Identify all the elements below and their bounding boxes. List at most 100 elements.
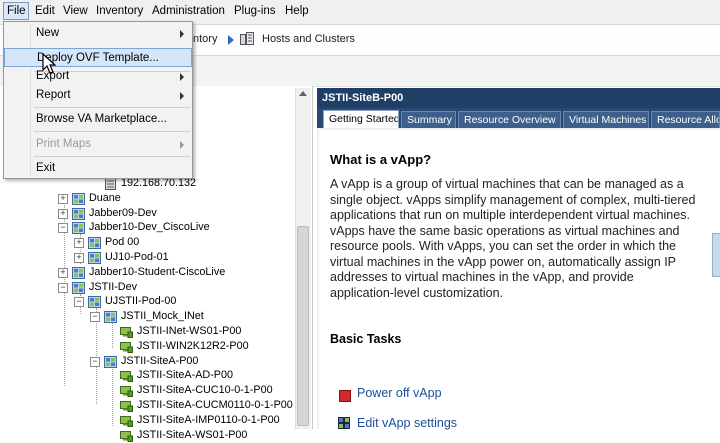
- tree-row[interactable]: JSTII-SiteA-AD-P00: [0, 368, 294, 383]
- collapse-icon[interactable]: −: [90, 357, 100, 367]
- tree-scrollbar[interactable]: [295, 88, 311, 429]
- menu-edit[interactable]: Edit: [35, 5, 55, 17]
- virtual-machine-icon: [120, 416, 133, 427]
- tree-row[interactable]: − JSTII-SiteA-P00: [0, 354, 294, 369]
- virtual-machine-icon: [120, 371, 133, 382]
- vapp-icon: [88, 296, 101, 308]
- collapse-icon[interactable]: −: [58, 283, 68, 293]
- tab-summary[interactable]: Summary: [401, 111, 456, 128]
- tree-row[interactable]: JSTII-WIN2K12R2-P00: [0, 339, 294, 354]
- menu-item-exit[interactable]: Exit: [4, 159, 192, 178]
- hosts-clusters-icon: [240, 32, 254, 45]
- menu-separator: [34, 107, 190, 108]
- submenu-arrow-icon: [180, 73, 184, 81]
- tree-row-label: Jabber10-Student-CiscoLive: [89, 266, 226, 278]
- power-off-icon[interactable]: [339, 390, 351, 402]
- breadcrumb-arrow-icon: [228, 35, 234, 45]
- tree-row[interactable]: − JSTII-Dev: [0, 280, 294, 295]
- tree-row-label: JSTII-SiteA-WS01-P00: [137, 429, 248, 441]
- tree-row[interactable]: − UJSTII-Pod-00: [0, 294, 294, 309]
- collapse-icon[interactable]: −: [74, 297, 84, 307]
- expand-icon[interactable]: +: [58, 209, 68, 219]
- collapse-icon[interactable]: −: [58, 223, 68, 233]
- tree-row-label: JSTII-SiteA-AD-P00: [137, 369, 233, 381]
- menu-item-new[interactable]: New: [4, 24, 192, 43]
- tree-row-label: JSTII-SiteA-P00: [121, 355, 199, 367]
- vapp-icon: [104, 356, 117, 368]
- menu-help[interactable]: Help: [285, 5, 309, 17]
- menu-plugins[interactable]: Plug-ins: [234, 5, 276, 17]
- scroll-thumb[interactable]: [297, 226, 309, 426]
- menu-inventory[interactable]: Inventory: [96, 5, 143, 17]
- basic-tasks-heading: Basic Tasks: [330, 332, 402, 346]
- tree-row-label: Jabber10-Dev_CiscoLive: [89, 221, 210, 233]
- expand-icon[interactable]: +: [58, 268, 68, 278]
- menu-item-deploy-ovf-template[interactable]: Deploy OVF Template...: [4, 48, 192, 67]
- vapp-icon: [72, 267, 85, 279]
- menu-separator: [34, 131, 190, 132]
- collapse-icon[interactable]: −: [90, 312, 100, 322]
- file-menu-dropdown: New Deploy OVF Template... Export Report…: [3, 21, 193, 179]
- edit-vapp-settings-link[interactable]: Edit vApp settings: [357, 416, 457, 430]
- what-is-vapp-text: A vApp is a group of virtual machines th…: [330, 177, 696, 300]
- tree-row-label: JSTII-SiteA-IMP0110-0-1-P00: [137, 414, 280, 426]
- tree-row-label: JSTII-SiteA-CUC10-0-1-P00: [137, 384, 273, 396]
- breadcrumb-inventory[interactable]: ntory: [193, 33, 217, 45]
- menu-item-browse-va-marketplace[interactable]: Browse VA Marketplace...: [4, 110, 192, 129]
- tree-row[interactable]: + Duane: [0, 191, 294, 206]
- what-is-vapp-heading: What is a vApp?: [330, 152, 432, 167]
- menu-separator: [34, 156, 190, 157]
- power-off-vapp-link[interactable]: Power off vApp: [357, 386, 442, 400]
- menu-item-browse-label: Browse VA Marketplace...: [36, 113, 167, 125]
- edit-settings-icon[interactable]: [338, 417, 350, 429]
- tree-row[interactable]: − JSTII_Mock_INet: [0, 309, 294, 324]
- object-title: JSTII-SiteB-P00: [322, 92, 404, 104]
- content-body: What is a vApp? A vApp is a group of vir…: [319, 130, 720, 430]
- getting-started-content: What is a vApp? A vApp is a group of vir…: [317, 128, 720, 430]
- tree-row[interactable]: + UJ10-Pod-01: [0, 250, 294, 265]
- tree-row-label: Duane: [89, 192, 121, 204]
- tree-row[interactable]: + Jabber09-Dev: [0, 206, 294, 221]
- virtual-machine-icon: [120, 386, 133, 397]
- tree-row-label: Jabber09-Dev: [89, 207, 157, 219]
- tree-row[interactable]: JSTII-SiteA-CUCM0110-0-1-P00: [0, 398, 294, 413]
- tab-virtual-machines[interactable]: Virtual Machines: [563, 111, 649, 128]
- menu-item-print-maps: Print Maps: [4, 135, 192, 154]
- tab-getting-started[interactable]: Getting Started: [323, 110, 399, 128]
- virtual-machine-icon: [120, 342, 133, 353]
- vapp-icon: [72, 193, 85, 205]
- tree-row[interactable]: + Pod 00: [0, 235, 294, 250]
- vapp-icon: [104, 311, 117, 323]
- vapp-icon: [72, 222, 85, 234]
- breadcrumb-hosts-and-clusters[interactable]: Hosts and Clusters: [262, 33, 355, 45]
- expand-icon[interactable]: +: [58, 194, 68, 204]
- mouse-cursor-icon: [42, 53, 57, 74]
- vapp-icon: [72, 282, 85, 294]
- tree-row[interactable]: JSTII-SiteA-CUC10-0-1-P00: [0, 383, 294, 398]
- object-title-bar: JSTII-SiteB-P00: [317, 88, 720, 108]
- vapp-icon: [72, 208, 85, 220]
- tree-row[interactable]: JSTII-INet-WS01-P00: [0, 324, 294, 339]
- submenu-arrow-icon: [180, 141, 184, 149]
- tree-row[interactable]: JSTII-SiteA-IMP0110-0-1-P00: [0, 413, 294, 428]
- menu-item-new-label: New: [36, 27, 60, 39]
- menu-item-report-label: Report: [36, 89, 71, 101]
- expand-icon[interactable]: +: [74, 238, 84, 248]
- tree-row[interactable]: − Jabber10-Dev_CiscoLive: [0, 220, 294, 235]
- submenu-arrow-icon: [180, 92, 184, 100]
- tree-row[interactable]: + Jabber10-Student-CiscoLive: [0, 265, 294, 280]
- menu-administration[interactable]: Administration: [152, 5, 225, 17]
- expand-icon[interactable]: +: [74, 253, 84, 263]
- scroll-up-arrow-icon[interactable]: [299, 91, 307, 96]
- host-icon: [105, 178, 116, 190]
- menu-item-export[interactable]: Export: [4, 67, 192, 86]
- tree-row-label: JSTII-INet-WS01-P00: [137, 325, 242, 337]
- tree-row-label: JSTII_Mock_INet: [121, 310, 204, 322]
- tree-row[interactable]: JSTII-SiteA-WS01-P00: [0, 428, 294, 443]
- menu-view[interactable]: View: [63, 5, 88, 17]
- tab-strip: Getting Started Summary Resource Overvie…: [317, 108, 720, 128]
- menu-file[interactable]: File: [3, 2, 29, 20]
- menu-item-report[interactable]: Report: [4, 86, 192, 105]
- tab-resource-allocation[interactable]: Resource Allo: [651, 111, 720, 128]
- tab-resource-overview[interactable]: Resource Overview: [458, 111, 561, 128]
